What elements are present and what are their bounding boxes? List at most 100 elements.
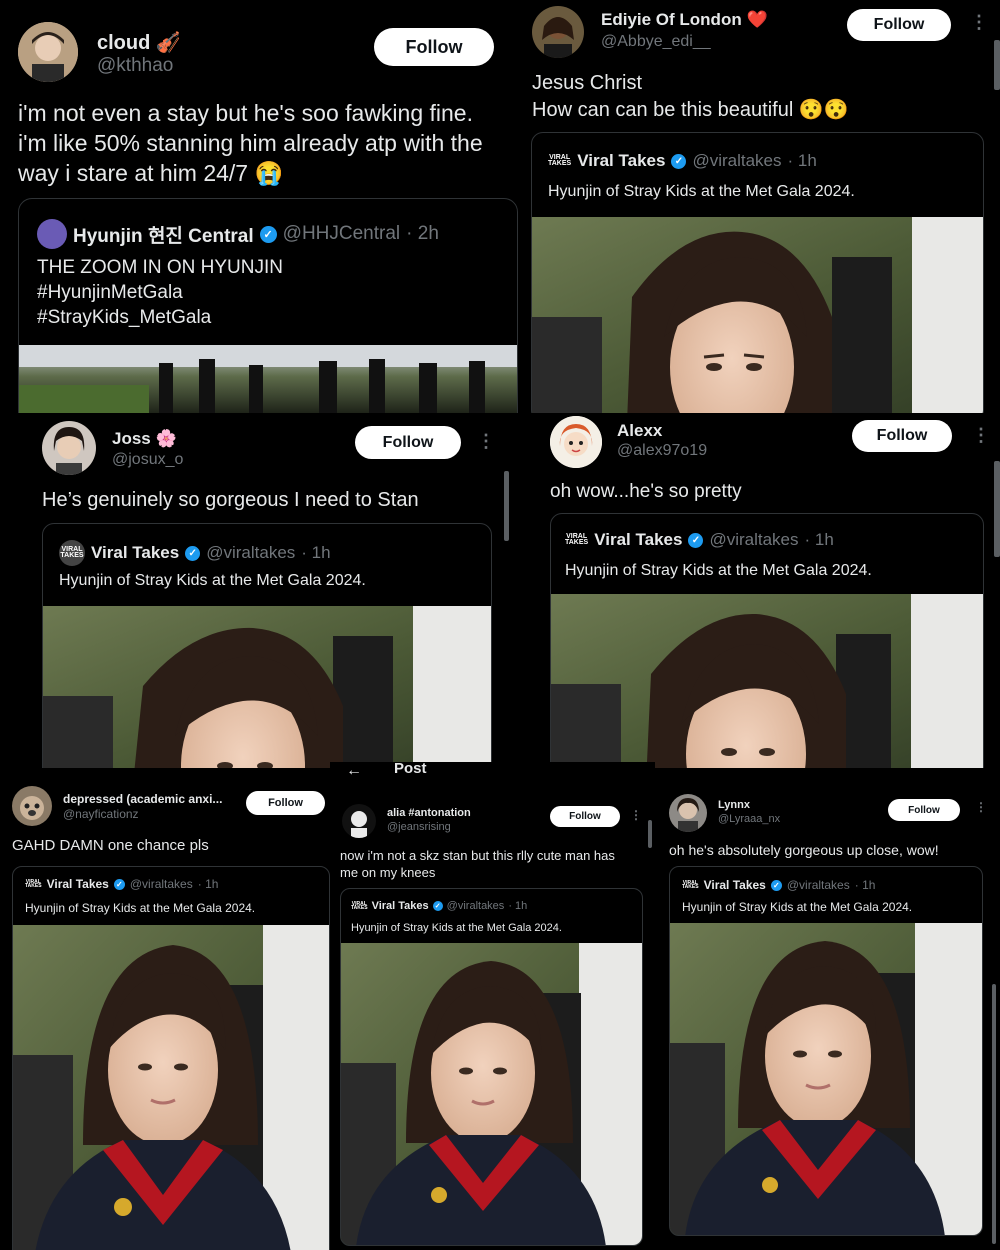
- quote-display-name[interactable]: Viral Takes: [594, 530, 682, 550]
- follow-button[interactable]: Follow: [888, 799, 960, 821]
- quote-avatar-logo[interactable]: VIRAL TAKES: [565, 533, 588, 547]
- avatar[interactable]: [669, 794, 707, 832]
- quote-header: VIRAL TAKES Viral Takes ✓ @viraltakes · …: [25, 877, 218, 891]
- scrollbar[interactable]: [994, 461, 1000, 557]
- quote-header: VIRAL TAKES Viral Takes ✓ @viraltakes · …: [548, 151, 817, 171]
- more-icon[interactable]: ⋮: [975, 800, 987, 814]
- username[interactable]: @josux_o: [112, 451, 183, 469]
- post-text: GAHD DAMN one chance pls: [12, 837, 209, 854]
- quote-header: Hyunjin 현진 Central ✓ @HHJCentral · 2h: [37, 219, 439, 249]
- username[interactable]: @jeansrising: [387, 821, 451, 833]
- username[interactable]: @Lyraaa_nx: [718, 813, 780, 825]
- avatar-photo: [42, 421, 96, 475]
- display-name[interactable]: depressed (academic anxi...: [63, 792, 222, 806]
- quote-display-name[interactable]: Viral Takes: [47, 877, 109, 891]
- username[interactable]: @alex97o19: [617, 442, 707, 460]
- quoted-post[interactable]: VIRAL TAKES Viral Takes ✓ @viraltakes · …: [550, 513, 984, 768]
- username[interactable]: @Abbye_edi__: [601, 33, 711, 51]
- display-name[interactable]: cloud 🎻: [97, 30, 181, 55]
- username[interactable]: @nayficationz: [63, 807, 139, 821]
- post-text: now i'm not a skz stan but this rlly cut…: [340, 848, 615, 880]
- avatar[interactable]: [12, 786, 52, 826]
- display-name[interactable]: Joss 🌸: [112, 429, 177, 449]
- avatar[interactable]: [42, 421, 96, 475]
- more-icon[interactable]: ⋮: [630, 808, 642, 822]
- quote-avatar-logo[interactable]: VIRAL TAKES: [351, 901, 368, 911]
- quote-time: · 1h: [804, 530, 834, 549]
- verified-badge-icon: ✓: [259, 225, 277, 243]
- quote-username[interactable]: @viraltakes: [692, 151, 781, 171]
- scrollbar[interactable]: [504, 471, 509, 541]
- avatar[interactable]: [18, 22, 78, 82]
- quote-header: VIRAL TAKES Viral Takes ✓ @viraltakes · …: [565, 530, 834, 550]
- quote-media-photo[interactable]: [532, 217, 983, 413]
- quote-avatar-logo[interactable]: VIRAL TAKES: [25, 879, 42, 889]
- post-depressed: depressed (academic anxi... @nayfication…: [0, 776, 330, 1250]
- quoted-post[interactable]: VIRAL TAKES Viral Takes ✓ @viraltakes · …: [42, 523, 492, 768]
- more-icon[interactable]: ⋮: [970, 12, 988, 33]
- quote-avatar-logo[interactable]: VIRAL TAKES: [59, 540, 85, 566]
- post-joss: Joss 🌸 @josux_o Follow ⋮ He’s genuinely …: [0, 413, 520, 768]
- back-arrow-icon[interactable]: ←: [346, 762, 362, 780]
- scrollbar[interactable]: [992, 984, 996, 1244]
- quote-time: · 1h: [301, 543, 331, 562]
- quote-username[interactable]: @HHJCentral: [283, 223, 400, 245]
- more-icon[interactable]: ⋮: [972, 425, 990, 446]
- quote-header: VIRAL TAKES Viral Takes ✓ @viraltakes · …: [682, 878, 875, 892]
- quote-avatar-logo[interactable]: VIRAL TAKES: [682, 880, 699, 890]
- quote-username[interactable]: @viraltakes: [206, 543, 295, 563]
- quote-username[interactable]: @viraltakes: [787, 878, 850, 892]
- username[interactable]: @kthhao: [97, 55, 173, 77]
- scrollbar[interactable]: [994, 40, 1000, 90]
- quoted-post[interactable]: VIRAL TAKES Viral Takes ✓ @viraltakes · …: [12, 866, 330, 1250]
- verified-badge-icon: ✓: [113, 878, 125, 890]
- quote-display-name[interactable]: Viral Takes: [372, 900, 429, 912]
- quote-avatar[interactable]: [37, 219, 67, 249]
- quote-media-photo[interactable]: [43, 606, 491, 768]
- quote-media-photo[interactable]: [341, 943, 642, 1245]
- display-name[interactable]: Alexx: [617, 421, 662, 441]
- quoted-post[interactable]: Hyunjin 현진 Central ✓ @HHJCentral · 2h TH…: [18, 198, 518, 413]
- quote-media-photo[interactable]: [13, 925, 329, 1250]
- quote-display-name[interactable]: Hyunjin 현진 Central: [73, 221, 254, 248]
- quote-text: Hyunjin of Stray Kids at the Met Gala 20…: [59, 572, 366, 589]
- post-alexx: Alexx @alex97o19 Follow ⋮ oh wow...he's …: [520, 413, 1000, 768]
- post-text: oh he's absolutely gorgeous up close, wo…: [669, 842, 939, 858]
- quote-username[interactable]: @viraltakes: [130, 877, 193, 891]
- avatar-photo: [532, 6, 584, 58]
- follow-button[interactable]: Follow: [246, 791, 325, 815]
- quote-media-photo[interactable]: [670, 923, 982, 1235]
- quoted-post[interactable]: VIRAL TAKES Viral Takes ✓ @viraltakes · …: [669, 866, 983, 1236]
- scrollbar[interactable]: [648, 820, 652, 848]
- quote-avatar-logo[interactable]: VIRAL TAKES: [548, 154, 571, 168]
- display-name[interactable]: Lynnx: [718, 799, 750, 811]
- quote-display-name[interactable]: Viral Takes: [577, 151, 665, 171]
- quote-time: · 1h: [197, 877, 219, 891]
- avatar[interactable]: [342, 804, 376, 838]
- quote-display-name[interactable]: Viral Takes: [704, 878, 766, 892]
- display-name[interactable]: alia #antonation: [387, 807, 471, 819]
- quote-media-photo[interactable]: [551, 594, 983, 768]
- topbar-title: Post: [394, 762, 427, 777]
- avatar[interactable]: [532, 6, 584, 58]
- quote-header: VIRAL TAKES Viral Takes ✓ @viraltakes · …: [351, 900, 527, 912]
- follow-button[interactable]: Follow: [847, 9, 951, 41]
- follow-button[interactable]: Follow: [852, 420, 952, 452]
- display-name[interactable]: Ediyie Of London ❤️: [601, 10, 768, 30]
- quoted-post[interactable]: VIRAL TAKES Viral Takes ✓ @viraltakes · …: [531, 132, 984, 413]
- quote-username[interactable]: @viraltakes: [447, 900, 505, 912]
- quote-display-name[interactable]: Viral Takes: [91, 543, 179, 563]
- verified-badge-icon: ✓: [432, 901, 443, 911]
- quote-username[interactable]: @viraltakes: [709, 530, 798, 550]
- verified-badge-icon: ✓: [185, 545, 201, 561]
- follow-button[interactable]: Follow: [374, 28, 494, 66]
- more-icon[interactable]: ⋮: [477, 431, 495, 452]
- verified-badge-icon: ✓: [770, 879, 782, 891]
- post-text: He’s genuinely so gorgeous I need to Sta…: [42, 489, 419, 511]
- avatar[interactable]: [550, 416, 602, 468]
- avatar-photo: [342, 804, 376, 838]
- follow-button[interactable]: Follow: [355, 426, 461, 459]
- follow-button[interactable]: Follow: [550, 806, 620, 827]
- quoted-post[interactable]: VIRAL TAKES Viral Takes ✓ @viraltakes · …: [340, 888, 643, 1246]
- quote-media-photo[interactable]: [19, 345, 517, 413]
